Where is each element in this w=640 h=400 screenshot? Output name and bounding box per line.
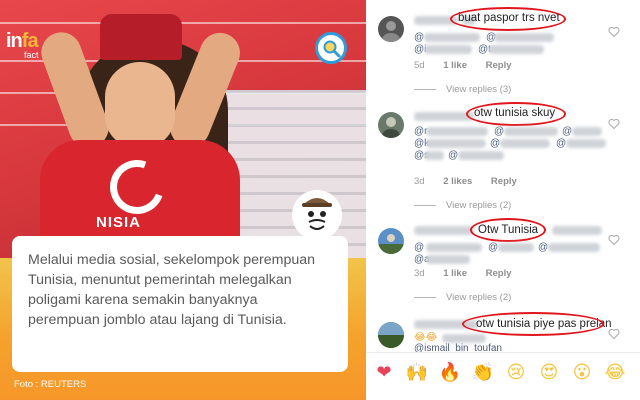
reply-button[interactable]: Reply (486, 60, 512, 71)
like-heart-icon[interactable] (608, 26, 620, 38)
mention[interactable]: @ (488, 242, 498, 253)
reply-button[interactable]: Reply (491, 176, 517, 187)
mention[interactable]: @ (494, 126, 504, 137)
comment-time: 3d (414, 176, 425, 187)
comment-time: 3d (414, 268, 425, 279)
post-image-panel: NISIA infa fact Melalui media sosial, se… (0, 0, 366, 400)
woman-face (105, 62, 175, 148)
likes-count[interactable]: 1 like (443, 268, 467, 279)
laughing-face-icon[interactable]: 😂 (603, 361, 627, 385)
red-highlight-ellipse (470, 218, 546, 242)
view-replies-link[interactable]: View replies (3) (414, 84, 511, 95)
like-heart-icon[interactable] (608, 234, 620, 246)
avatar[interactable] (378, 112, 404, 138)
mention[interactable]: @ (414, 32, 424, 43)
comments-panel: buat paspor trs nvet @ @ @i @t 5d 1 like… (366, 0, 640, 400)
red-highlight-ellipse (462, 312, 604, 336)
mention[interactable]: @ (556, 138, 566, 149)
like-heart-icon[interactable] (608, 118, 620, 130)
photo-credit: Foto : REUTERS (14, 379, 87, 390)
laughing-emoji-icon: 😂😂 (414, 332, 438, 343)
likes-count[interactable]: 1 like (443, 60, 467, 71)
like-heart-icon[interactable] (608, 328, 620, 340)
comment-time: 5d (414, 60, 425, 71)
mention[interactable]: @ (562, 126, 572, 137)
red-highlight-ellipse (466, 102, 566, 126)
shirt-lettering: NISIA (96, 214, 142, 231)
fire-icon[interactable]: 🔥 (438, 361, 462, 385)
red-fez-hat (100, 14, 182, 60)
comment-meta: 3d 1 like Reply (414, 268, 528, 279)
mention[interactable]: @ (414, 242, 424, 253)
comment-meta: 3d 2 likes Reply (414, 176, 533, 187)
raised-hands-icon[interactable]: 🙌 (405, 361, 429, 385)
view-replies-link[interactable]: View replies (2) (414, 200, 511, 211)
red-highlight-ellipse (450, 7, 566, 31)
heart-icon[interactable]: ❤ (372, 361, 396, 385)
reply-button[interactable]: Reply (486, 268, 512, 279)
comment-meta: 5d 1 like Reply (414, 60, 528, 71)
emoji-reaction-bar: ❤ 🙌 🔥 👏 😢 😍 😮 😂 (366, 352, 640, 400)
mascot-character-icon (292, 190, 342, 240)
mention[interactable]: @ (448, 150, 458, 161)
avatar[interactable] (378, 228, 404, 254)
mention[interactable]: @ (490, 138, 500, 149)
surprised-face-icon[interactable]: 😮 (570, 361, 594, 385)
avatar[interactable] (378, 322, 404, 348)
heart-eyes-icon[interactable]: 😍 (537, 361, 561, 385)
infa-logo-sub: fact (24, 50, 39, 60)
likes-count[interactable]: 2 likes (443, 176, 472, 187)
view-replies-link[interactable]: View replies (2) (414, 292, 511, 303)
magnifier-badge-icon (315, 32, 347, 64)
sad-face-icon[interactable]: 😢 (504, 361, 528, 385)
mention[interactable]: @ (538, 242, 548, 253)
clapping-icon[interactable]: 👏 (471, 361, 495, 385)
avatar[interactable] (378, 16, 404, 42)
post-caption: Melalui media sosial, sekelompok perempu… (28, 252, 316, 328)
caption-card: Melalui media sosial, sekelompok perempu… (12, 236, 348, 372)
